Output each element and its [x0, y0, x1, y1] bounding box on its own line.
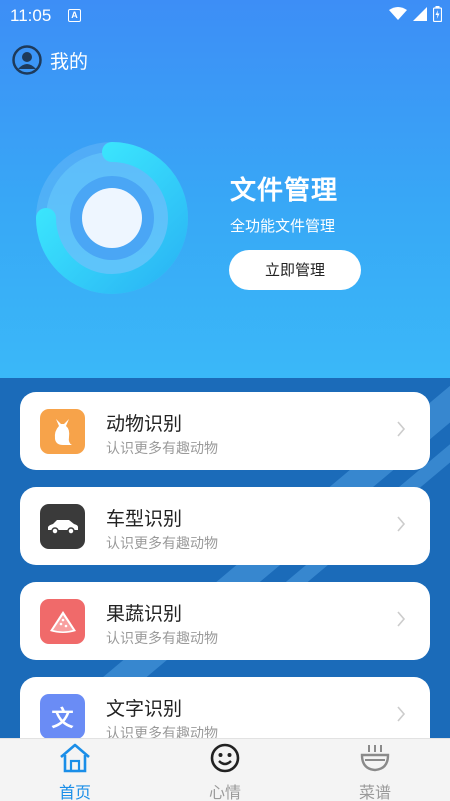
card-title: 动物识别 [106, 413, 183, 435]
hero-subtitle: 全功能文件管理 [230, 217, 336, 235]
card-title: 车型识别 [106, 508, 183, 530]
card-fruit-vegetable-recognition[interactable]: 果蔬识别 认识更多有趣动物 [20, 582, 430, 660]
user-avatar-icon [12, 45, 42, 75]
car-icon [40, 504, 85, 549]
tab-home[interactable]: 首页 [35, 743, 115, 801]
wifi-icon [389, 7, 407, 20]
manage-now-button[interactable]: 立即管理 [229, 250, 361, 290]
tab-label: 首页 [58, 783, 91, 801]
notification-icon: A [68, 9, 81, 22]
card-subtitle: 认识更多有趣动物 [106, 631, 218, 647]
bottom-tab-bar: 首页 心情 菜谱 [0, 738, 450, 801]
tab-label: 菜谱 [358, 783, 391, 801]
watermelon-icon [40, 599, 85, 644]
bowl-icon [360, 745, 390, 772]
home-icon [60, 743, 90, 773]
card-subtitle: 认识更多有趣动物 [106, 441, 218, 457]
text-icon: 文 [40, 694, 85, 739]
card-title: 文字识别 [106, 698, 183, 720]
mine-button[interactable]: 我的 [12, 45, 88, 75]
tab-recipes[interactable]: 菜谱 [335, 743, 415, 801]
text-icon-glyph: 文 [51, 706, 74, 732]
mine-label: 我的 [50, 50, 89, 73]
hero-title: 文件管理 [230, 176, 339, 206]
chevron-right-icon [397, 421, 406, 437]
card-car-recognition[interactable]: 车型识别 认识更多有趣动物 [20, 487, 430, 565]
card-subtitle: 认识更多有趣动物 [106, 536, 218, 552]
cat-icon [40, 409, 85, 454]
chevron-right-icon [397, 611, 406, 627]
card-title: 果蔬识别 [106, 603, 183, 625]
card-animal-recognition[interactable]: 动物识别 认识更多有趣动物 [20, 392, 430, 470]
status-bar: 11:05 A [0, 0, 450, 32]
file-manager-ring-icon [36, 142, 188, 294]
status-time: 11:05 [10, 6, 52, 25]
chevron-right-icon [397, 706, 406, 722]
smile-icon [210, 743, 240, 773]
battery-icon [433, 6, 442, 22]
signal-icon [413, 7, 427, 21]
chevron-right-icon [397, 516, 406, 532]
tab-label: 心情 [208, 783, 241, 801]
tab-mood[interactable]: 心情 [185, 743, 265, 801]
